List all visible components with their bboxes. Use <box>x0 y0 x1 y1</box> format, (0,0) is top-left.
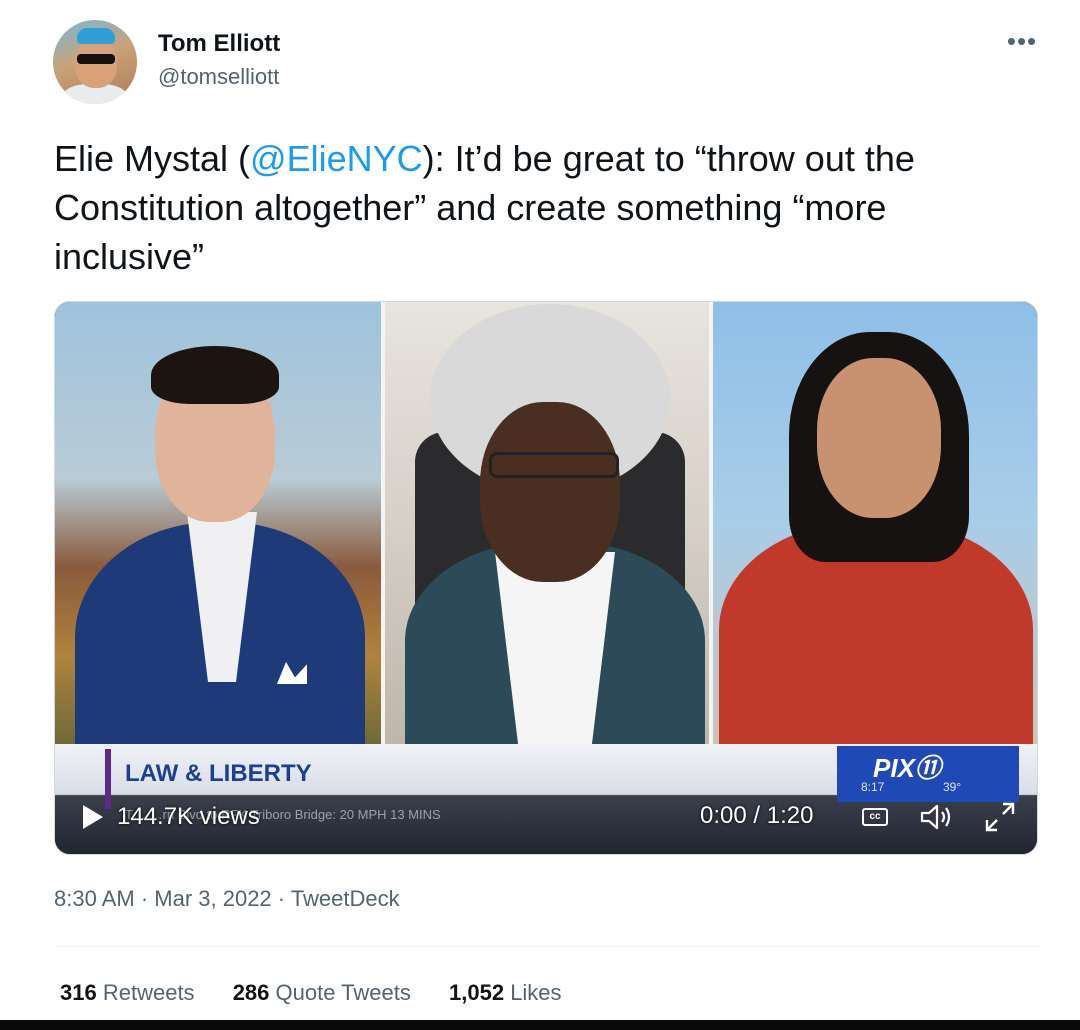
mention-link[interactable]: @ElieNYC <box>250 138 423 179</box>
tweet-card: Tom Elliott @tomselliott ••• Elie Mystal… <box>0 0 1080 1020</box>
more-horizontal-icon[interactable]: ••• <box>1004 26 1040 56</box>
retweets-stat[interactable]: 316 Retweets <box>60 980 195 1005</box>
bottom-bar <box>0 1020 1080 1030</box>
video-panel-guest <box>385 302 709 744</box>
video-panel-host-right <box>713 302 1037 744</box>
lower-third-accent <box>105 749 111 809</box>
play-icon[interactable] <box>83 805 103 829</box>
video-player[interactable]: LAW & LIBERTY PIX⑪ 8:17 39° T… …rn Blvd … <box>54 301 1038 855</box>
avatar[interactable] <box>53 20 137 104</box>
tweet-text-before: Elie Mystal ( <box>54 138 251 179</box>
channel-time: 8:17 <box>861 780 885 794</box>
divider <box>54 946 1040 947</box>
lower-third-title: LAW & LIBERTY <box>125 760 312 787</box>
quote-tweets-stat[interactable]: 286 Quote Tweets <box>233 980 411 1005</box>
display-name[interactable]: Tom Elliott <box>158 30 280 58</box>
fullscreen-icon[interactable] <box>983 800 1017 834</box>
closed-captions-icon[interactable]: cc <box>862 808 888 826</box>
channel-temp: 39° <box>943 780 962 794</box>
video-time: 0:00 / 1:20 <box>700 802 814 829</box>
tweet-timestamp[interactable]: 8:30 AM · Mar 3, 2022 · TweetDeck <box>54 886 400 912</box>
likes-stat[interactable]: 1,052 Likes <box>449 980 562 1005</box>
user-handle[interactable]: @tomselliott <box>158 64 279 90</box>
tweet-stats: 316 Retweets 286 Quote Tweets 1,052 Like… <box>60 980 594 1006</box>
volume-icon[interactable] <box>919 802 953 832</box>
video-panel-host-left <box>55 302 381 744</box>
tweet-text: Elie Mystal (@ElieNYC): It’d be great to… <box>54 134 1044 281</box>
view-count: 144.7K views <box>117 803 260 830</box>
